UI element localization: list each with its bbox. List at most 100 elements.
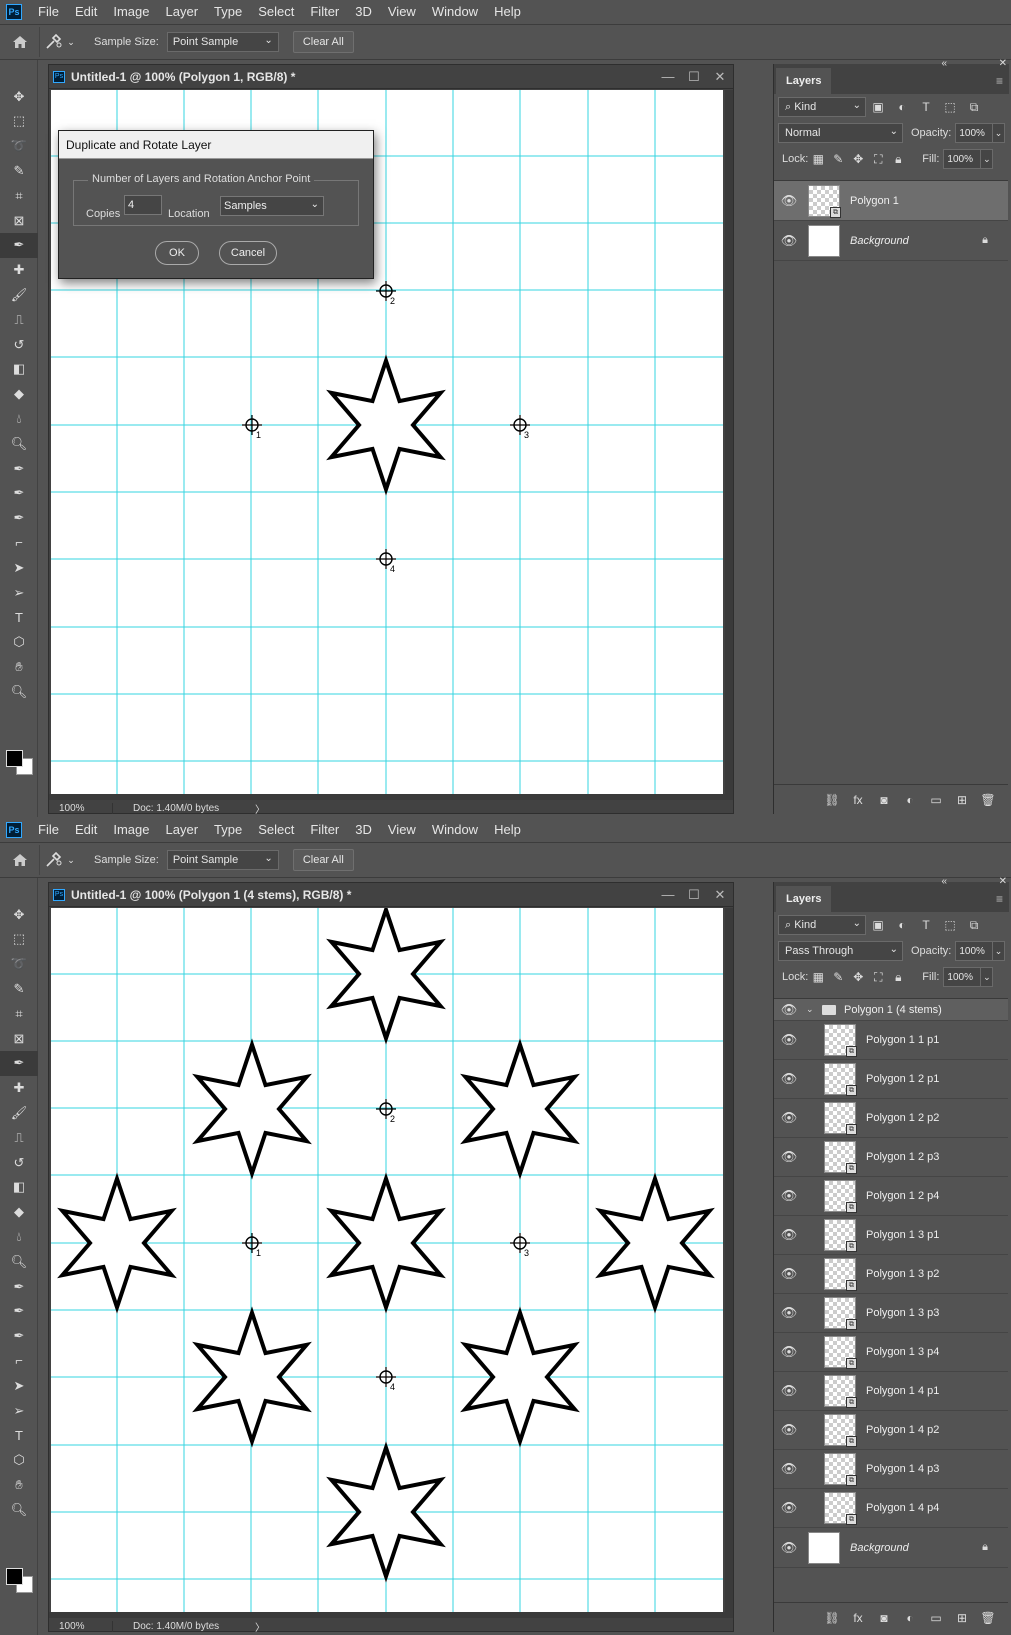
shape-tool[interactable]: ⬡ bbox=[0, 630, 38, 655]
menu-type[interactable]: Type bbox=[206, 0, 250, 24]
add-anchor-tool[interactable]: ✒ bbox=[0, 1324, 38, 1349]
eye-icon[interactable]: 👁︎ bbox=[774, 1227, 804, 1243]
mask-icon[interactable]: ◙ bbox=[876, 1611, 892, 1625]
dodge-tool[interactable]: 🔍︎ bbox=[0, 1249, 38, 1274]
eye-icon[interactable]: 👁︎ bbox=[774, 1305, 804, 1321]
link-icon[interactable]: ⛓ bbox=[824, 1611, 840, 1625]
clone-stamp-tool[interactable]: ⎍ bbox=[0, 1125, 38, 1150]
eye-icon[interactable]: 👁︎ bbox=[774, 1071, 804, 1087]
fill-field[interactable]: 100% bbox=[943, 149, 982, 169]
menu-layer[interactable]: Layer bbox=[158, 818, 207, 842]
eye-icon[interactable]: 👁︎ bbox=[774, 1540, 804, 1556]
panel-menu-icon[interactable]: ≡ bbox=[996, 892, 1003, 906]
maximize-icon[interactable]: ☐ bbox=[681, 887, 707, 903]
freeform-pen-tool[interactable]: ✒ bbox=[0, 1299, 38, 1324]
horizontal-scrollbar[interactable] bbox=[49, 794, 733, 800]
paint-bucket-tool[interactable]: ◆ bbox=[0, 1200, 38, 1225]
document-tab[interactable]: Ps Untitled-1 @ 100% (Polygon 1, RGB/8) … bbox=[49, 65, 733, 89]
layer-row[interactable]: 👁︎ ⧉ Polygon 1 3 p3 bbox=[774, 1294, 1008, 1333]
link-icon[interactable]: ⛓ bbox=[824, 793, 840, 807]
frame-tool[interactable]: ⊠ bbox=[0, 1026, 38, 1051]
layer-row[interactable]: 👁︎ ⧉ Polygon 1 1 p1 bbox=[774, 1021, 1008, 1060]
status-menu-arrow[interactable]: 〉 bbox=[255, 1619, 265, 1634]
vertical-scrollbar[interactable] bbox=[725, 90, 733, 794]
tool-preset-picker[interactable]: ⌄ bbox=[40, 34, 80, 50]
tool-preset-picker[interactable]: ⌄ bbox=[40, 852, 80, 868]
foreground-color-swatch[interactable] bbox=[6, 1568, 23, 1585]
layer-row[interactable]: 👁︎ ⧉ Polygon 1 4 p3 bbox=[774, 1450, 1008, 1489]
layer-row-polygon-1[interactable]: 👁︎ ⧉ Polygon 1 bbox=[774, 181, 1008, 221]
layer-row[interactable]: 👁︎ ⧉ Polygon 1 4 p2 bbox=[774, 1411, 1008, 1450]
frame-tool[interactable]: ⊠ bbox=[0, 208, 38, 233]
zoom-level[interactable]: 100% bbox=[49, 802, 113, 814]
new-layer-icon[interactable]: ⊞ bbox=[954, 793, 970, 807]
home-button[interactable] bbox=[0, 845, 40, 875]
color-sampler-tool[interactable]: ✒ bbox=[0, 232, 38, 258]
crop-tool[interactable]: ⌗ bbox=[0, 1001, 38, 1026]
eye-icon[interactable]: 👁︎ bbox=[774, 1188, 804, 1204]
marquee-tool[interactable]: ⬚ bbox=[0, 927, 38, 952]
pen-tool[interactable]: ✒ bbox=[0, 456, 38, 481]
blur-tool[interactable]: 💧︎ bbox=[0, 406, 38, 431]
layer-row[interactable]: 👁︎ ⧉ Polygon 1 2 p2 bbox=[774, 1099, 1008, 1138]
panel-collapse-icon[interactable]: « bbox=[941, 58, 947, 69]
menu-file[interactable]: File bbox=[30, 818, 67, 842]
eye-icon[interactable]: 👁︎ bbox=[774, 1422, 804, 1438]
pixel-filter-icon[interactable]: ▣ bbox=[866, 100, 890, 114]
eye-icon[interactable]: 👁︎ bbox=[774, 1344, 804, 1360]
hand-tool[interactable]: ✋︎ bbox=[0, 1472, 38, 1497]
eraser-tool[interactable]: ◧ bbox=[0, 1175, 38, 1200]
document-tab[interactable]: Ps Untitled-1 @ 100% (Polygon 1 (4 stems… bbox=[49, 883, 733, 907]
layer-row-background[interactable]: 👁︎ Background 🔒︎ bbox=[774, 221, 1008, 261]
menu-file[interactable]: File bbox=[30, 0, 67, 24]
healing-brush-tool[interactable]: ✚ bbox=[0, 1076, 38, 1101]
chevron-down-icon[interactable]: ⌄ bbox=[993, 123, 1005, 143]
cancel-button[interactable]: Cancel bbox=[219, 241, 277, 265]
blur-tool[interactable]: 💧︎ bbox=[0, 1224, 38, 1249]
panel-menu-icon[interactable]: ≡ bbox=[996, 74, 1003, 88]
shape-filter-icon[interactable]: ⬚ bbox=[938, 918, 962, 932]
lock-all-icon[interactable]: 🔒︎ bbox=[888, 152, 908, 167]
menu-filter[interactable]: Filter bbox=[302, 0, 347, 24]
layer-row[interactable]: 👁︎ ⧉ Polygon 1 3 p4 bbox=[774, 1333, 1008, 1372]
eye-icon[interactable]: 👁︎ bbox=[774, 1032, 804, 1048]
lock-icon[interactable]: 🔒︎ bbox=[982, 1541, 988, 1554]
path-select-tool[interactable]: ➤ bbox=[0, 1373, 38, 1398]
blend-mode-select[interactable]: Pass Through ⌄ bbox=[778, 941, 903, 961]
menu-edit[interactable]: Edit bbox=[67, 818, 105, 842]
group-icon[interactable]: ▭ bbox=[928, 793, 944, 807]
adjustment-icon[interactable]: ◐ bbox=[902, 793, 918, 807]
eye-icon[interactable]: 👁︎ bbox=[774, 1149, 804, 1165]
type-tool[interactable]: T bbox=[0, 1423, 38, 1448]
zoom-tool[interactable]: 🔍︎ bbox=[0, 1497, 38, 1522]
tab-layers[interactable]: Layers bbox=[776, 68, 832, 94]
trash-icon[interactable]: 🗑︎ bbox=[980, 1611, 996, 1625]
ok-button[interactable]: OK bbox=[155, 241, 199, 265]
menu-type[interactable]: Type bbox=[206, 818, 250, 842]
minimize-icon[interactable]: — bbox=[655, 887, 681, 902]
maximize-icon[interactable]: ☐ bbox=[681, 69, 707, 85]
shape-filter-icon[interactable]: ⬚ bbox=[938, 100, 962, 114]
quick-select-tool[interactable]: ✎ bbox=[0, 158, 38, 183]
lock-transparency-icon[interactable]: ▦ bbox=[808, 970, 828, 984]
pen-tool[interactable]: ✒ bbox=[0, 1274, 38, 1299]
eye-icon[interactable]: 👁︎ bbox=[774, 1383, 804, 1399]
crop-tool[interactable]: ⌗ bbox=[0, 183, 38, 208]
lock-all-icon[interactable]: 🔒︎ bbox=[888, 970, 908, 985]
blend-mode-select[interactable]: Normal ⌄ bbox=[778, 123, 903, 143]
zoom-tool[interactable]: 🔍︎ bbox=[0, 679, 38, 704]
type-filter-icon[interactable]: T bbox=[914, 100, 938, 114]
lock-transparency-icon[interactable]: ▦ bbox=[808, 152, 828, 166]
menu-help[interactable]: Help bbox=[486, 0, 529, 24]
menu-3d[interactable]: 3D bbox=[347, 0, 380, 24]
fx-icon[interactable]: fx bbox=[850, 1611, 866, 1625]
adjustment-filter-icon[interactable]: ◐ bbox=[890, 918, 914, 932]
type-filter-icon[interactable]: T bbox=[914, 918, 938, 932]
menu-view[interactable]: View bbox=[380, 818, 424, 842]
eye-icon[interactable]: 👁︎ bbox=[774, 1500, 804, 1516]
path-select-tool[interactable]: ➤ bbox=[0, 555, 38, 580]
foreground-color-swatch[interactable] bbox=[6, 750, 23, 767]
layer-row[interactable]: 👁︎ ⧉ Polygon 1 3 p1 bbox=[774, 1216, 1008, 1255]
sample-size-select[interactable]: Point Sample ⌄ bbox=[166, 850, 279, 870]
kind-filter-select[interactable]: ⌕ Kind ⌄ bbox=[778, 97, 866, 117]
